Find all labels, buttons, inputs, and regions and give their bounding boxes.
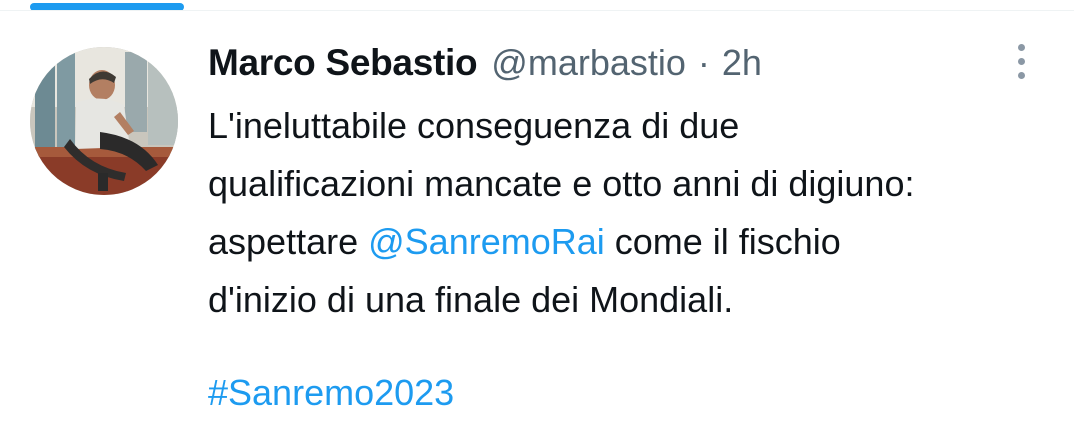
tweet-text-segment: come il fischio <box>604 221 841 262</box>
tweet-text-line: aspettare @SanremoRai come il fischio <box>208 213 1028 271</box>
hashtag-link[interactable]: #Sanremo2023 <box>208 372 454 413</box>
author-display-name[interactable]: Marco Sebastio <box>208 42 478 84</box>
more-vertical-icon <box>1018 58 1025 65</box>
user-photo-icon <box>30 47 178 195</box>
tweet-header: Marco Sebastio @marbastio · 2h <box>208 42 762 86</box>
tweet-text-line: d'inizio di una finale dei Mondiali. <box>208 279 734 320</box>
avatar[interactable] <box>30 47 178 195</box>
separator-dot: · <box>697 42 710 83</box>
tweet-timestamp[interactable]: 2h <box>722 42 762 84</box>
author-handle[interactable]: @marbastio <box>491 42 686 84</box>
more-vertical-icon <box>1018 72 1025 79</box>
mention-link[interactable]: @SanremoRai <box>368 221 605 262</box>
tweet-text-line: L'ineluttabile conseguenza di due <box>208 105 740 146</box>
tweet-text: L'ineluttabile conseguenza di due qualif… <box>208 97 1028 329</box>
more-options-button[interactable] <box>1004 40 1040 84</box>
tweet-text-line: qualificazioni mancate e otto anni di di… <box>208 163 915 204</box>
hashtag-line: #Sanremo2023 <box>208 364 454 422</box>
more-vertical-icon <box>1018 44 1025 51</box>
tweet-card[interactable]: Marco Sebastio @marbastio · 2h L'inelutt… <box>0 0 1074 439</box>
tweet-text-segment: aspettare <box>208 221 369 262</box>
